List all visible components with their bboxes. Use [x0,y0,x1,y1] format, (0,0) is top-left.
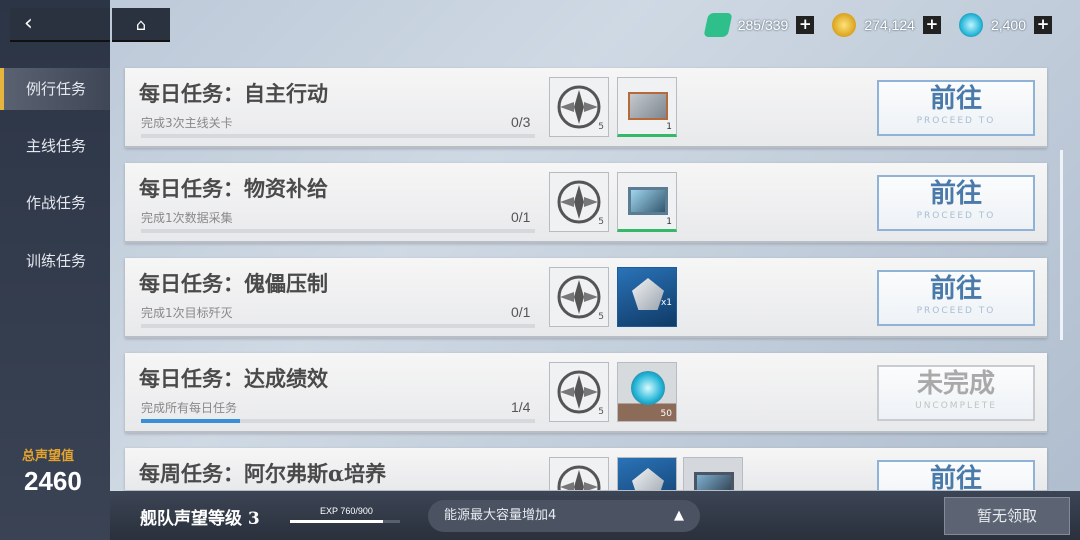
reward-quantity: x1 [660,298,672,308]
incomplete-button-label: 未完成 [916,369,995,399]
sidebar-item-routine[interactable]: 例行任务 [0,68,110,110]
task-progress-bar [141,324,535,328]
crystal-core-icon [631,371,665,405]
task-progress-text: 0/1 [511,304,531,320]
mech-unit-icon [632,278,664,310]
proceed-button-sublabel: PROCEED TO [916,211,996,221]
proceed-button-sublabel: PROCEED TO [916,306,996,316]
reward-quantity: 50 [660,409,672,419]
scrollbar[interactable] [1060,150,1063,340]
home-button[interactable]: ⌂ [112,8,170,42]
proceed-button-label: 前往 [929,464,982,492]
fleet-reputation-level: 舰队声望等级 3 [140,509,260,529]
task-card: 每日任务：自主行动 完成3次主线关卡 0/3 5 1 前往 PROCEED TO [125,68,1047,148]
level-bonus-dropdown[interactable]: 能源最大容量增加4 ▲ [428,500,700,532]
proceed-button[interactable]: 前往 PROCEED TO [877,270,1035,326]
proceed-button[interactable]: 前往 [877,460,1035,492]
total-reputation-label: 总声望值 [22,449,75,464]
add-gold-button[interactable]: + [922,16,941,34]
reward-level: 5 [598,407,604,417]
resource-stamina: 285/339 + [703,13,815,37]
reward-reputation-badge[interactable]: 5 [549,172,609,232]
exp-text: EXP 760/900 [320,506,373,516]
exp-progress-bar [290,520,400,523]
task-progress-text: 0/3 [511,114,531,130]
add-stamina-button[interactable]: + [796,16,815,34]
reward-quantity: 1 [666,122,672,132]
stamina-value: 285/339 [737,17,789,33]
reward-reputation-badge[interactable]: 5 [549,267,609,327]
task-card: 每日任务：物资补给 完成1次数据采集 0/1 5 1 前往 PROCEED TO [125,163,1047,243]
task-description: 完成1次数据采集 [141,211,233,225]
claim-button[interactable]: 暂无领取 [944,497,1070,535]
task-card: 每日任务：达成绩效 完成所有每日任务 1/4 5 50 未完成 UNCOMPLE… [125,353,1047,433]
task-title: 每日任务：达成绩效 [139,366,328,391]
proceed-button-label: 前往 [929,274,982,304]
reward-item[interactable]: 1 [617,172,677,232]
back-button[interactable]: ‹ [10,8,110,42]
reward-reputation-badge[interactable]: 5 [549,362,609,422]
reward-item[interactable]: x1 [617,267,677,327]
task-title: 每周任务：阿尔弗斯α培养 [139,461,387,486]
gold-coin-icon [832,13,857,37]
proceed-button[interactable]: 前往 PROCEED TO [877,175,1035,231]
reward-reputation-badge[interactable] [549,457,609,490]
proceed-button-sublabel: PROCEED TO [916,116,996,126]
task-card: 每日任务：傀儡压制 完成1次目标歼灭 0/1 5 x1 前往 PROCEED T… [125,258,1047,338]
resource-crystal: 2,400 + [958,13,1052,37]
add-crystal-button[interactable]: + [1034,16,1052,34]
task-progress-bar [141,419,535,423]
incomplete-button-sublabel: UNCOMPLETE [915,401,997,411]
reward-item[interactable]: 50 [617,362,677,422]
tablet-device-icon [694,472,734,490]
reward-item[interactable] [617,457,677,490]
proceed-button-label: 前往 [929,179,982,209]
proceed-button-label: 前往 [929,84,982,114]
proceed-button[interactable]: 前往 PROCEED TO [877,80,1035,136]
task-sidebar: 例行任务 主线任务 作战任务 训练任务 总声望值 2460 [0,0,110,540]
reward-level: 5 [598,217,604,227]
reward-quantity: 1 [666,217,672,227]
task-progress-bar [141,134,535,138]
task-title: 每日任务：物资补给 [139,176,328,201]
incomplete-button: 未完成 UNCOMPLETE [877,365,1035,421]
reputation-badge-icon [557,465,601,490]
task-progress-text: 1/4 [511,399,531,415]
reward-item[interactable] [683,457,743,490]
tablet-device-icon [628,187,668,215]
crystal-core-icon [958,13,983,37]
task-description: 完成所有每日任务 [141,401,238,415]
reward-reputation-badge[interactable]: 5 [549,77,609,137]
sidebar-item-combat[interactable]: 作战任务 [0,182,110,224]
expand-up-icon: ▲ [674,508,684,523]
gold-value: 274,124 [864,17,915,33]
reward-item[interactable]: 1 [617,77,677,137]
task-title: 每日任务：自主行动 [139,81,328,106]
task-card: 每周任务：阿尔弗斯α培养 前往 [125,448,1047,492]
sidebar-item-training[interactable]: 训练任务 [0,240,110,282]
level-bonus-text: 能源最大容量增加4 [444,508,557,523]
resource-bar: 285/339 + 274,124 + 2,400 + [688,12,1052,38]
task-description: 完成3次主线关卡 [141,116,233,130]
task-progress-text: 0/1 [511,209,531,225]
total-reputation-value: 2460 [24,466,82,496]
sidebar-item-main[interactable]: 主线任务 [0,125,110,167]
task-description: 完成1次目标歼灭 [141,306,233,320]
home-icon: ⌂ [135,15,147,34]
reward-level: 5 [598,122,604,132]
resource-gold: 274,124 + [832,13,941,37]
reward-level: 5 [598,312,604,322]
mech-unit-icon [632,468,664,490]
data-chip-icon [628,92,668,120]
back-arrow-icon: ‹ [24,11,33,36]
stamina-battery-icon [703,13,733,37]
task-title: 每日任务：傀儡压制 [139,271,328,296]
bottom-bar: 舰队声望等级 3 EXP 760/900 能源最大容量增加4 ▲ 暂无领取 [110,491,1080,540]
crystal-value: 2,400 [990,17,1026,33]
task-progress-bar [141,229,535,233]
